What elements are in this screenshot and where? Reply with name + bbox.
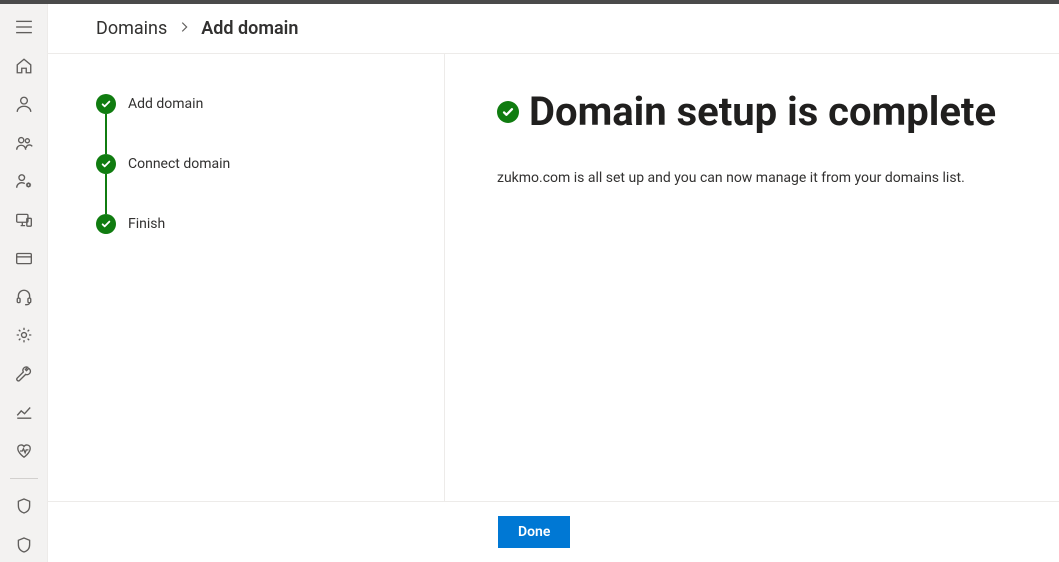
card-icon [15,249,33,267]
nav-devices[interactable] [0,203,48,238]
title-row: Domain setup is complete [497,90,1039,134]
menu-toggle[interactable] [0,10,48,45]
hamburger-icon [15,18,33,36]
check-circle-icon [497,101,519,123]
step-label: Finish [128,216,165,232]
step-finish: Finish [96,214,420,234]
page-description: zukmo.com is all set up and you can now … [497,170,1039,186]
check-circle-icon [96,154,116,174]
nav-home[interactable] [0,49,48,84]
steps-column: Add domain Connect domain [48,54,445,501]
nav-compliance[interactable] [0,527,48,562]
step-label: Connect domain [128,156,230,172]
left-rail [0,4,48,562]
nav-settings[interactable] [0,318,48,353]
headset-icon [15,288,33,306]
user-gear-icon [15,172,33,190]
health-icon [15,442,33,460]
wizard-footer: Done [48,501,1059,562]
shield-outline-icon [15,536,33,554]
content-row: Add domain Connect domain [48,54,1059,501]
nav-roles[interactable] [0,164,48,199]
step-add-domain: Add domain [96,94,420,114]
main-area: Domains Add domain Add domain [48,4,1059,562]
nav-support[interactable] [0,280,48,315]
nav-users[interactable] [0,87,48,122]
nav-security[interactable] [0,489,48,524]
devices-icon [15,211,33,229]
user-icon [15,95,33,113]
reports-icon [15,403,33,421]
rail-separator [10,478,38,479]
step-label: Add domain [128,96,203,112]
app-shell: Domains Add domain Add domain [0,4,1059,562]
shield-icon [15,497,33,515]
page-title: Domain setup is complete [529,90,996,134]
nav-teams[interactable] [0,126,48,161]
home-icon [15,57,33,75]
nav-health[interactable] [0,434,48,469]
check-circle-icon [96,214,116,234]
nav-billing[interactable] [0,241,48,276]
wrench-icon [15,365,33,383]
breadcrumb-current: Add domain [201,18,298,39]
step-connector [105,174,107,214]
chevron-right-icon [177,18,191,39]
check-circle-icon [96,94,116,114]
breadcrumb-parent[interactable]: Domains [96,18,167,39]
breadcrumb: Domains Add domain [48,4,1059,54]
nav-setup[interactable] [0,357,48,392]
done-button[interactable]: Done [498,516,570,548]
gear-icon [15,326,33,344]
wizard-stepper: Add domain Connect domain [96,94,420,234]
nav-reports[interactable] [0,395,48,430]
step-connect-domain: Connect domain [96,154,420,174]
users-icon [15,134,33,152]
detail-column: Domain setup is complete zukmo.com is al… [445,54,1059,501]
step-connector [105,114,107,154]
